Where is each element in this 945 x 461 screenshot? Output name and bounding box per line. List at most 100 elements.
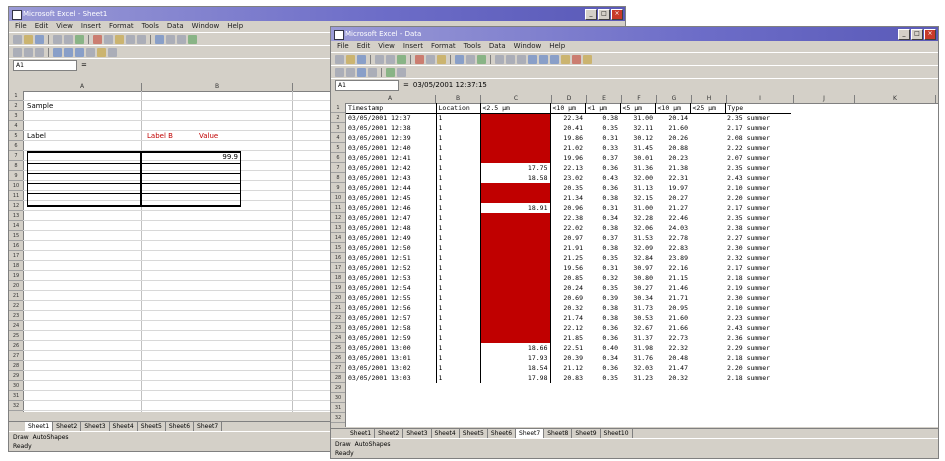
header-pm25[interactable]: <2.5 µm bbox=[479, 103, 550, 114]
row-header[interactable]: 12 bbox=[9, 201, 23, 211]
row-header[interactable]: 32 bbox=[9, 401, 23, 411]
menu-format[interactable]: Format bbox=[109, 21, 134, 32]
table-cell[interactable] bbox=[690, 153, 725, 163]
sort-asc-icon[interactable] bbox=[166, 34, 175, 44]
sheet-tab[interactable]: Sheet8 bbox=[544, 429, 573, 438]
row-header[interactable]: 4 bbox=[331, 133, 345, 143]
wordart-icon[interactable] bbox=[397, 67, 406, 77]
table-cell[interactable] bbox=[479, 123, 550, 133]
close-button[interactable]: × bbox=[924, 29, 936, 40]
row-header[interactable]: 26 bbox=[9, 341, 23, 351]
menu-file[interactable]: File bbox=[15, 21, 27, 32]
open-icon[interactable] bbox=[346, 54, 355, 64]
table-cell[interactable]: 2.17 summer bbox=[725, 123, 791, 133]
sheet-tab[interactable]: Sheet4 bbox=[110, 422, 138, 431]
close-button[interactable]: × bbox=[611, 9, 623, 20]
column-header-c[interactable]: C bbox=[481, 95, 552, 103]
bold-icon[interactable] bbox=[13, 47, 22, 57]
table-cell[interactable]: 03/05/2001 12:46 bbox=[346, 203, 436, 213]
sheet-tab[interactable]: Sheet4 bbox=[432, 429, 460, 438]
row-header[interactable]: 26 bbox=[331, 353, 345, 363]
sheet-tab[interactable]: Sheet9 bbox=[572, 429, 601, 438]
row-header[interactable]: 30 bbox=[331, 393, 345, 403]
paste-icon[interactable] bbox=[437, 54, 446, 64]
table-cell[interactable] bbox=[479, 333, 550, 343]
menu-help[interactable]: Help bbox=[549, 41, 565, 52]
table-cell[interactable]: 2.10 summer bbox=[725, 183, 791, 193]
table-cell[interactable]: 31.53 bbox=[620, 233, 655, 243]
table-cell[interactable]: 22.78 bbox=[655, 233, 690, 243]
row-header[interactable]: 11 bbox=[9, 191, 23, 201]
textbox-icon[interactable] bbox=[386, 67, 395, 77]
table-cell[interactable]: 32.03 bbox=[620, 363, 655, 373]
table-cell[interactable]: 19.56 bbox=[549, 263, 585, 273]
table-cell[interactable]: 31.00 bbox=[620, 203, 655, 213]
table-cell[interactable] bbox=[690, 113, 725, 123]
table-cell[interactable]: 32.06 bbox=[620, 223, 655, 233]
row-header[interactable]: 11 bbox=[331, 203, 345, 213]
sheet-tab[interactable]: Sheet1 bbox=[347, 429, 376, 438]
copy-icon[interactable] bbox=[104, 34, 113, 44]
table-cell[interactable]: 2.38 summer bbox=[725, 223, 791, 233]
table-cell[interactable]: 32.15 bbox=[620, 193, 655, 203]
table-cell[interactable]: 31.36 bbox=[620, 163, 655, 173]
table-cell[interactable]: 21.91 bbox=[549, 243, 585, 253]
table-cell[interactable]: 20.95 bbox=[655, 303, 690, 313]
maximize-button[interactable]: □ bbox=[598, 9, 610, 20]
row-header[interactable]: 28 bbox=[9, 361, 23, 371]
table-cell[interactable]: 18.54 bbox=[479, 363, 550, 373]
menu-insert[interactable]: Insert bbox=[81, 21, 101, 32]
table-cell[interactable]: 20.14 bbox=[655, 113, 690, 123]
sheet-tab[interactable]: Sheet3 bbox=[81, 422, 110, 431]
table-cell[interactable]: 30.80 bbox=[620, 273, 655, 283]
table-cell[interactable]: 21.38 bbox=[655, 163, 690, 173]
table-cell[interactable]: 21.60 bbox=[655, 123, 690, 133]
table-cell[interactable]: 0.38 bbox=[585, 243, 620, 253]
sheet-tab[interactable]: Sheet6 bbox=[166, 422, 195, 431]
table-cell[interactable]: 2.20 summer bbox=[725, 193, 791, 203]
table-cell[interactable]: 1 bbox=[435, 133, 480, 143]
rectangle-icon[interactable] bbox=[357, 67, 366, 77]
row-header[interactable]: 29 bbox=[9, 371, 23, 381]
table-cell[interactable] bbox=[479, 193, 550, 203]
table-cell[interactable] bbox=[479, 253, 550, 263]
table-cell[interactable]: 20.96 bbox=[549, 203, 585, 213]
table-cell[interactable]: 1 bbox=[435, 213, 480, 223]
table-cell[interactable]: 1 bbox=[435, 173, 480, 183]
table-cell[interactable]: 2.20 summer bbox=[725, 363, 791, 373]
name-box[interactable]: A1 bbox=[13, 59, 77, 71]
draw-line-icon[interactable] bbox=[335, 67, 344, 77]
table-cell[interactable]: 21.15 bbox=[655, 273, 690, 283]
table-cell[interactable]: 1 bbox=[435, 273, 480, 283]
table-cell[interactable]: 0.36 bbox=[585, 333, 620, 343]
table-cell[interactable]: 0.39 bbox=[585, 293, 620, 303]
row-header[interactable]: 20 bbox=[9, 281, 23, 291]
table-cell[interactable] bbox=[479, 243, 550, 253]
minimize-button[interactable]: _ bbox=[585, 9, 597, 20]
currency-icon[interactable] bbox=[561, 54, 570, 64]
header-pm10b[interactable]: <10 µm bbox=[654, 103, 690, 114]
table-cell[interactable] bbox=[690, 213, 725, 223]
row-header[interactable]: 21 bbox=[9, 291, 23, 301]
table-cell[interactable]: 22.02 bbox=[549, 223, 585, 233]
table-cell[interactable]: 30.53 bbox=[620, 313, 655, 323]
cell-b5[interactable]: Label B bbox=[147, 132, 173, 140]
sheet-tab[interactable]: Sheet7 bbox=[516, 429, 545, 438]
table-cell[interactable]: 03/05/2001 12:50 bbox=[346, 243, 436, 253]
table-cell[interactable]: 20.88 bbox=[655, 143, 690, 153]
table-cell[interactable] bbox=[690, 133, 725, 143]
row-header[interactable]: 3 bbox=[9, 111, 23, 121]
spreadsheet-window-front[interactable]: Microsoft Excel - Data _ □ × File Edit V… bbox=[330, 26, 939, 459]
maximize-button[interactable]: □ bbox=[911, 29, 923, 40]
row-header[interactable]: 17 bbox=[331, 263, 345, 273]
row-header[interactable]: 21 bbox=[331, 303, 345, 313]
table-cell[interactable]: 31.45 bbox=[620, 143, 655, 153]
menu-file[interactable]: File bbox=[337, 41, 349, 52]
row-header[interactable]: 25 bbox=[9, 331, 23, 341]
column-header-h[interactable]: H bbox=[692, 95, 727, 103]
table-cell[interactable] bbox=[479, 283, 550, 293]
table-cell[interactable] bbox=[690, 193, 725, 203]
row-header[interactable]: 2 bbox=[9, 101, 23, 111]
table-cell[interactable]: 19.97 bbox=[655, 183, 690, 193]
table-cell[interactable]: 1 bbox=[435, 343, 480, 353]
